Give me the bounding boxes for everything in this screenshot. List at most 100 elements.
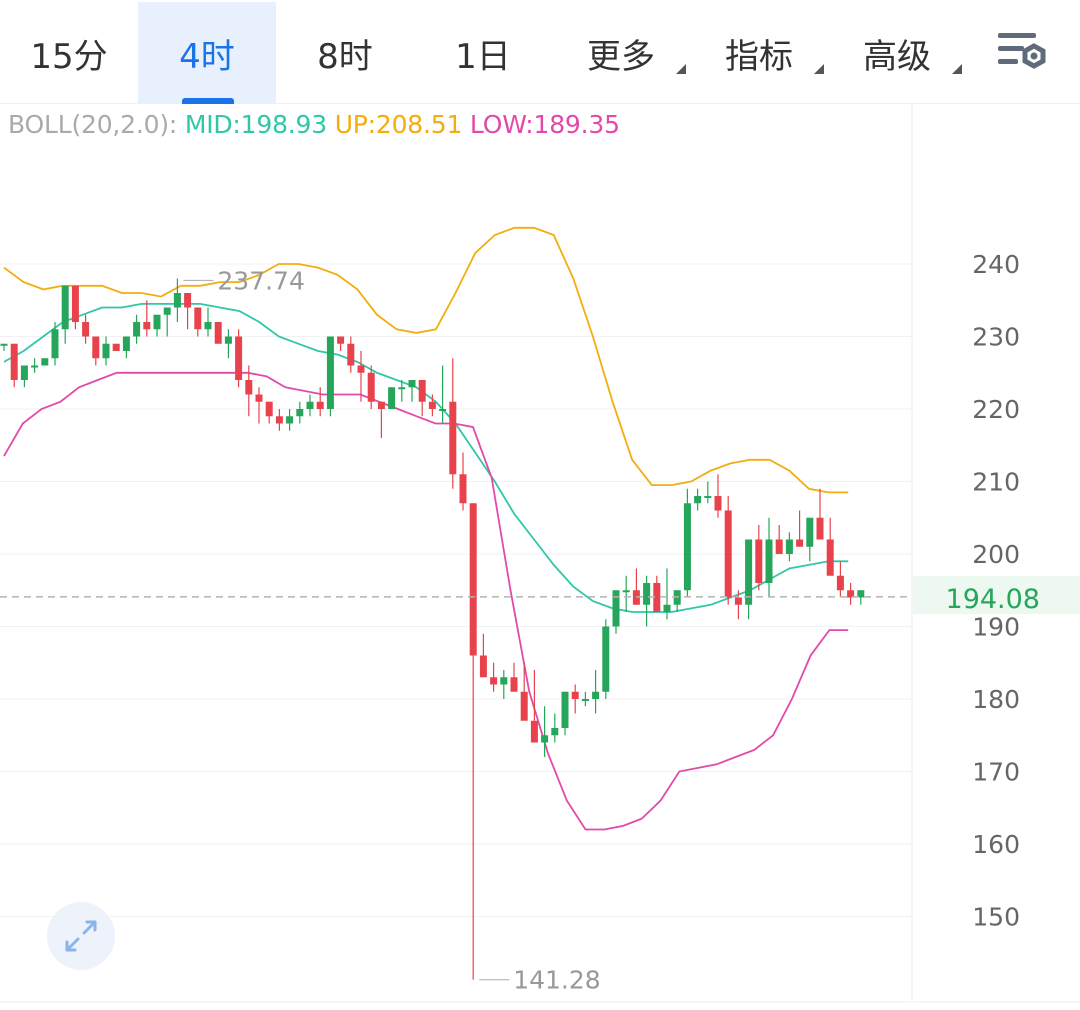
chart-settings-button[interactable] (992, 24, 1056, 84)
candle-body (306, 401, 314, 409)
candle (683, 488, 691, 598)
candle-body (347, 343, 355, 366)
boll-mid-band (3, 303, 849, 613)
candle (836, 561, 844, 598)
y-tick-label: 150 (972, 903, 1020, 932)
candle (286, 409, 294, 431)
candle-body (255, 394, 263, 402)
candle (133, 314, 141, 344)
candle (561, 691, 569, 736)
candle-body (20, 365, 28, 380)
boll-indicator-readout: BOLL(20,2.0): MID:198.93 UP:208.51 LOW:1… (8, 110, 620, 139)
candle-body (602, 626, 610, 692)
candle (388, 387, 396, 409)
candle (122, 336, 130, 359)
candle-body (479, 655, 487, 678)
dropdown-caret-icon (952, 64, 962, 74)
candle (337, 336, 345, 351)
y-tick-label: 210 (972, 468, 1020, 497)
expand-arrows-icon (65, 920, 97, 952)
candle (112, 343, 120, 351)
tab-more[interactable]: 更多 (552, 2, 690, 104)
candle-body (398, 387, 406, 390)
candle (663, 568, 671, 620)
candle (632, 568, 640, 605)
candle (82, 314, 90, 344)
y-tick-label: 230 (972, 323, 1020, 352)
y-tick-label: 170 (972, 758, 1020, 787)
candle (306, 394, 314, 417)
high-marker-label: 237.74 (217, 266, 304, 295)
candle (418, 380, 426, 417)
bollinger-bands (3, 226, 849, 831)
candle (694, 488, 702, 511)
candle-body (663, 604, 671, 612)
candle-body (184, 293, 192, 308)
candle (235, 329, 243, 388)
candle (153, 314, 161, 337)
tab-8h[interactable]: 8时 (276, 2, 414, 104)
candle-body (102, 343, 110, 359)
candle-body (122, 336, 130, 351)
tab-indicators[interactable]: 指标 (690, 2, 828, 104)
candle-body (826, 539, 834, 576)
candle-body (316, 401, 324, 409)
candle-body (31, 365, 39, 368)
candle-body (643, 583, 651, 605)
candle-body (530, 720, 538, 743)
candle-body (51, 329, 59, 359)
candle (408, 380, 416, 402)
candle (785, 532, 793, 562)
candle-body (704, 496, 712, 498)
tab-15m[interactable]: 15分 (0, 2, 138, 104)
tab-4h[interactable]: 4时 (138, 2, 276, 104)
candle (377, 401, 385, 438)
chart-settings-gear-icon (998, 33, 1046, 69)
candle (347, 336, 355, 373)
candle-body (388, 387, 396, 409)
candle (439, 365, 447, 424)
candle (10, 343, 18, 388)
y-tick-label: 200 (972, 540, 1020, 569)
candle-body (163, 307, 171, 315)
candle-body (683, 503, 691, 591)
candle (724, 496, 732, 605)
tab-1d[interactable]: 1日 (414, 2, 552, 104)
candle-body (428, 401, 436, 409)
y-tick-label: 190 (972, 613, 1020, 642)
candle (796, 510, 804, 547)
candle-body (71, 285, 79, 322)
candle-body (571, 691, 579, 699)
candle-body (357, 365, 365, 373)
boll-mid-value: MID:198.93 (184, 110, 327, 139)
candle-body (377, 401, 385, 409)
candle (826, 517, 834, 576)
y-tick-label: 220 (972, 395, 1020, 424)
expand-chart-button[interactable] (47, 902, 115, 970)
candle (459, 452, 467, 511)
candle (479, 633, 487, 678)
candle-body (612, 590, 620, 627)
candle-body (337, 336, 345, 344)
candle (622, 575, 630, 612)
candle (102, 336, 110, 366)
price-markers: 237.74 141.28 194.08 (0, 266, 1080, 995)
y-tick-label: 160 (972, 830, 1020, 859)
candlestick-chart[interactable]: 240 230 220 210 200 190 180 170 160 150 237.74 141… (0, 104, 1080, 1010)
candle (71, 285, 79, 330)
candle-body (694, 496, 702, 504)
candle-body (541, 735, 549, 743)
candle-body (326, 336, 334, 409)
candle (745, 539, 753, 620)
candle (296, 401, 304, 424)
candle (806, 517, 814, 562)
tab-advanced[interactable]: 高级 (828, 2, 966, 104)
candle (316, 387, 324, 417)
candle (31, 358, 39, 373)
timeframe-tab-bar: 15分 4时 8时 1日 更多 指标 高级 (0, 0, 1080, 104)
candle-body (796, 539, 804, 547)
grid-lines (0, 104, 1080, 1003)
tab-8h-label: 8时 (317, 36, 373, 77)
y-tick-label: 180 (972, 685, 1020, 714)
tab-1d-label: 1日 (455, 36, 511, 77)
